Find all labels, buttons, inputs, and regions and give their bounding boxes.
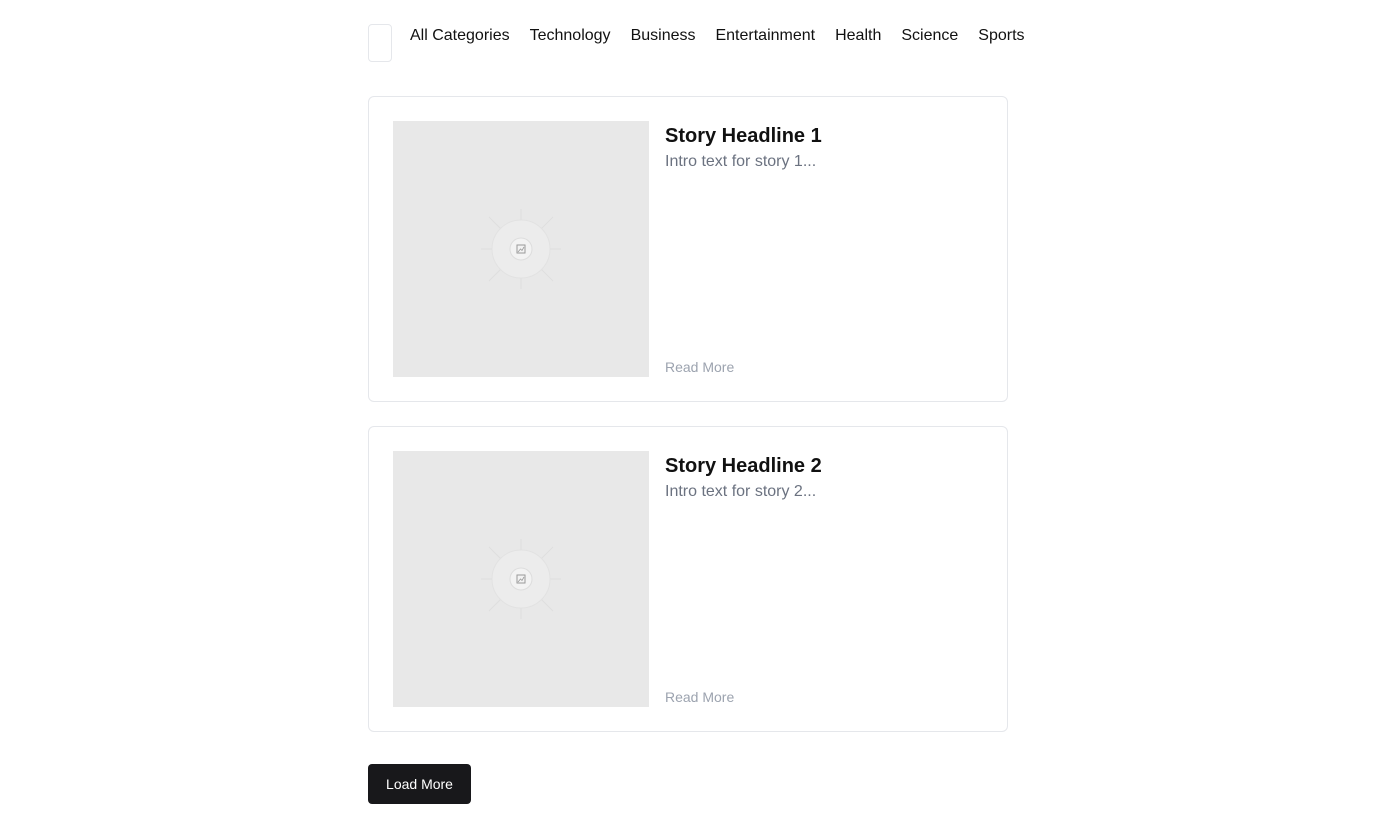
category-sports[interactable]: Sports bbox=[978, 27, 1024, 45]
image-placeholder-icon bbox=[481, 539, 561, 619]
story-card: Story Headline 2 Intro text for story 2.… bbox=[368, 426, 1008, 732]
category-nav: All Categories Technology Business Enter… bbox=[368, 24, 1025, 62]
category-entertainment[interactable]: Entertainment bbox=[715, 27, 815, 45]
category-science[interactable]: Science bbox=[901, 27, 958, 45]
menu-icon[interactable] bbox=[368, 24, 392, 62]
category-business[interactable]: Business bbox=[631, 27, 696, 45]
category-list: All Categories Technology Business Enter… bbox=[410, 24, 1025, 45]
category-all[interactable]: All Categories bbox=[410, 27, 510, 45]
image-placeholder-icon bbox=[481, 209, 561, 289]
category-health[interactable]: Health bbox=[835, 27, 881, 45]
category-technology[interactable]: Technology bbox=[530, 27, 611, 45]
read-more-link[interactable]: Read More bbox=[665, 689, 734, 705]
story-intro: Intro text for story 1... bbox=[665, 153, 817, 170]
story-image bbox=[393, 451, 649, 707]
story-intro: Intro text for story 2... bbox=[665, 483, 817, 500]
story-headline[interactable]: Story Headline 1 bbox=[665, 125, 822, 147]
read-more-link[interactable]: Read More bbox=[665, 359, 734, 375]
story-image bbox=[393, 121, 649, 377]
story-headline[interactable]: Story Headline 2 bbox=[665, 455, 822, 477]
load-more-button[interactable]: Load More bbox=[368, 764, 471, 804]
story-card: Story Headline 1 Intro text for story 1.… bbox=[368, 96, 1008, 402]
